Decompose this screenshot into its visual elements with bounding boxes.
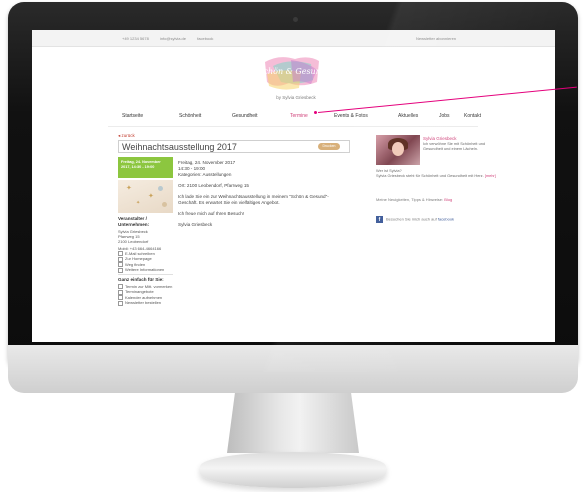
- nav-events-fotos[interactable]: Events & Fotos: [334, 113, 368, 119]
- topbar-phone[interactable]: +49 1234 5678: [122, 36, 149, 41]
- event-time: 14:30 - 19:00: [178, 166, 206, 171]
- website-screen: +49 1234 5678 info@sylvia.de facebook Ne…: [32, 30, 555, 342]
- sidebar-divider: [118, 274, 173, 275]
- nav-aktuelles[interactable]: Aktuelles: [398, 113, 418, 119]
- author-photo-face: [392, 142, 404, 156]
- event-title: Weihnachtsausstellung 2017: [118, 140, 350, 153]
- nav-startseite[interactable]: Startseite: [122, 113, 143, 119]
- blog-link[interactable]: Blog: [444, 197, 452, 202]
- back-link[interactable]: ◂ zurück: [118, 133, 135, 139]
- callout-dot: [314, 111, 317, 114]
- main-nav: Startseite Schönheit Gesundheit Termine …: [108, 113, 481, 125]
- brand-logo[interactable]: Schön & Gesund: [261, 52, 323, 94]
- print-button[interactable]: Drucken: [318, 143, 340, 150]
- nav-gesundheit[interactable]: Gesundheit: [232, 113, 258, 119]
- star-icon: ✦: [148, 193, 154, 200]
- nav-divider: [108, 126, 478, 127]
- author-photo[interactable]: [376, 135, 420, 165]
- organizer-box: Veranstalter / Unternehmen: Sylvia Gries…: [118, 216, 173, 273]
- event-details: Freitag, 24. November 2017 14:30 - 19:00 K…: [178, 160, 344, 233]
- facebook-link[interactable]: facebook: [438, 217, 454, 222]
- organizer-info-link[interactable]: Weitere Informationen: [118, 267, 173, 272]
- monitor-chin: [8, 345, 578, 393]
- event-signature: Sylvia Griesbeck: [178, 222, 213, 227]
- facebook-teaser-text: Besuchen Sie mich auch auf: [386, 216, 438, 222]
- topbar-facebook[interactable]: facebook: [197, 36, 213, 41]
- topbar-contact: +49 1234 5678 info@sylvia.de facebook: [122, 36, 223, 41]
- author-about-text: Sylvia Griesbeck steht für Schönheit und…: [376, 172, 485, 178]
- ornament-icon: [158, 186, 163, 191]
- organizer-city: 2100 Leobendorf: [118, 239, 149, 244]
- newsletter-link[interactable]: Newsletter abonnieren: [416, 36, 456, 41]
- facebook-icon[interactable]: f: [376, 216, 383, 223]
- quick-heading: Ganz einfach für Sie:: [118, 277, 164, 282]
- author-more-link[interactable]: [mehr]: [485, 173, 496, 178]
- back-link-label: zurück: [121, 133, 135, 138]
- author-text: Ich verwöhne Sie mit Schönheit und Gesun…: [423, 141, 486, 151]
- quick-link-newsletter[interactable]: Newsletter bestellen: [118, 300, 173, 305]
- nav-jobs[interactable]: Jobs: [439, 113, 450, 119]
- blog-teaser-text: Meine Neuigkeiten, Tipps & Hinweise:: [376, 197, 445, 202]
- star-icon: ✦: [126, 185, 132, 192]
- event-day: Freitag, 24. November 2017: [178, 160, 236, 165]
- event-image[interactable]: ✦ ✦ ✦: [118, 180, 173, 213]
- nav-schoenheit[interactable]: Schönheit: [179, 113, 201, 119]
- facebook-teaser: f Besuchen Sie mich auch auf facebook: [376, 216, 500, 223]
- nav-kontakt[interactable]: Kontakt: [464, 113, 481, 119]
- ornament-icon: [162, 202, 167, 207]
- event-closing: Ich freue mich auf Ihren Besuch!: [178, 211, 245, 216]
- quick-actions-box: Ganz einfach für Sie: Termin zur Mitt. v…: [118, 277, 173, 306]
- brand-subtitle: by Sylvia Griesbeck: [276, 95, 316, 100]
- event-description: Ich lade Sie ein zur Weihnachtsausstellu…: [178, 194, 329, 205]
- topbar: +49 1234 5678 info@sylvia.de facebook Ne…: [32, 30, 555, 47]
- event-category: Kategorien: Ausstellungen: [178, 172, 232, 177]
- star-icon: ✦: [136, 200, 141, 206]
- organizer-heading: Veranstalter / Unternehmen:: [118, 216, 150, 227]
- blog-teaser: Meine Neuigkeiten, Tipps & Hinweise: Blo…: [376, 197, 498, 202]
- event-location: Ort: 2100 Leobendorf, Pfarrweg 15: [178, 183, 249, 188]
- event-date-box: Freitag, 24. November 2017, 14:30 - 19:0…: [118, 157, 173, 178]
- nav-termine[interactable]: Termine: [290, 113, 308, 119]
- topbar-email[interactable]: info@sylvia.de: [160, 36, 186, 41]
- camera-icon: [293, 17, 298, 22]
- author-about: Wer ist Sylvia? Sylvia Griesbeck steht f…: [376, 168, 498, 178]
- monitor-stand: [227, 393, 359, 453]
- monitor-base: [200, 452, 386, 488]
- logo-text: Schön & Gesund: [261, 67, 323, 76]
